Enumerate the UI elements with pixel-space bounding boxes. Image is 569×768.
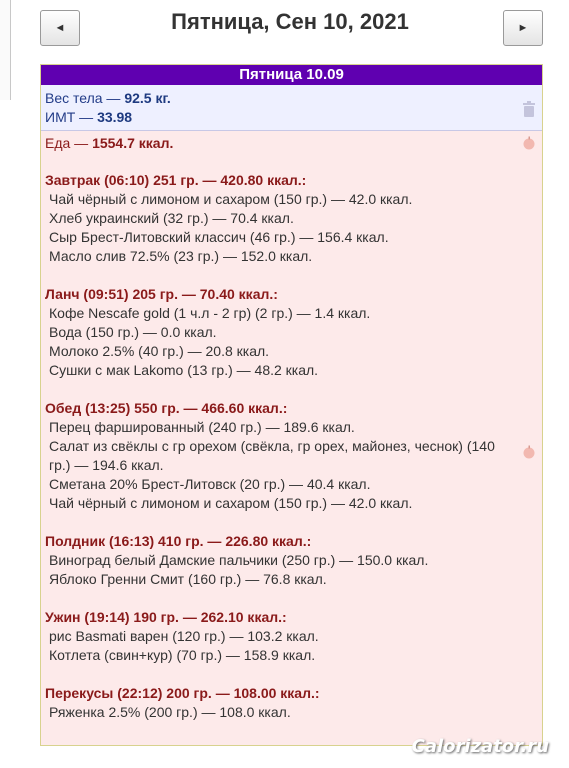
- meal-snacks[interactable]: Перекусы (22:12) 200 гр. — 108.00 ккал.:…: [45, 683, 542, 722]
- meal-breakfast[interactable]: Завтрак (06:10) 251 гр. — 420.80 ккал.: …: [45, 170, 542, 266]
- meal-item[interactable]: Виноград белый Дамские пальчики (250 гр.…: [45, 551, 519, 570]
- meal-item[interactable]: Чай чёрный с лимоном и сахаром (150 гр.)…: [45, 494, 519, 513]
- meal-item[interactable]: Яблоко Гренни Смит (160 гр.) — 76.8 ккал…: [45, 570, 519, 589]
- meal-item[interactable]: Молоко 2.5% (40 гр.) — 20.8 ккал.: [45, 342, 519, 361]
- day-header: Пятница 10.09: [41, 65, 542, 85]
- meal-title[interactable]: Перекусы (22:12) 200 гр. — 108.00 ккал.:: [45, 683, 542, 703]
- weight-line: Вес тела — 92.5 кг.: [45, 89, 542, 108]
- meal-item[interactable]: Хлеб украинский (32 гр.) — 70.4 ккал.: [45, 209, 519, 228]
- food-label: Еда —: [45, 135, 93, 151]
- bmi-label: ИМТ —: [45, 109, 98, 125]
- next-day-button[interactable]: ►: [503, 10, 543, 46]
- meal-title[interactable]: Ужин (19:14) 190 гр. — 262.10 ккал.:: [45, 607, 542, 627]
- weight-value: 92.5 кг.: [124, 90, 171, 106]
- weight-label: Вес тела —: [45, 90, 125, 106]
- meal-title[interactable]: Полдник (16:13) 410 гр. — 226.80 ккал.:: [45, 531, 542, 551]
- meal-lunch[interactable]: Ланч (09:51) 205 гр. — 70.40 ккал.: Кофе…: [45, 284, 542, 380]
- meal-item[interactable]: Сыр Брест-Литовский классич (46 гр.) — 1…: [45, 228, 519, 247]
- food-total: Еда — 1554.7 ккал.: [45, 134, 542, 152]
- meal-item[interactable]: Масло слив 72.5% (23 гр.) — 152.0 ккал.: [45, 247, 519, 266]
- meal-item[interactable]: Чай чёрный с лимоном и сахаром (150 гр.)…: [45, 190, 519, 209]
- bmi-value: 33.98: [97, 109, 133, 125]
- meal-item[interactable]: Ряженка 2.5% (200 гр.) — 108.0 ккал.: [45, 703, 519, 722]
- prev-day-button[interactable]: ◄: [40, 10, 80, 46]
- meal-dinner[interactable]: Обед (13:25) 550 гр. — 466.60 ккал.: Пер…: [45, 398, 542, 513]
- food-value: 1554.7 ккал.: [92, 135, 174, 151]
- meal-item[interactable]: Котлета (свин+кур) (70 гр.) — 158.9 ккал…: [45, 646, 519, 665]
- meal-title[interactable]: Ланч (09:51) 205 гр. — 70.40 ккал.:: [45, 284, 542, 304]
- meal-item[interactable]: Перец фаршированный (240 гр.) — 189.6 кк…: [45, 418, 519, 437]
- meal-supper[interactable]: Ужин (19:14) 190 гр. — 262.10 ккал.: рис…: [45, 607, 542, 665]
- meal-afternoon-snack[interactable]: Полдник (16:13) 410 гр. — 226.80 ккал.: …: [45, 531, 542, 589]
- watermark-logo: Calorizator.ru: [411, 736, 549, 757]
- meal-item[interactable]: рис Basmati варен (120 гр.) — 103.2 ккал…: [45, 627, 519, 646]
- meal-item[interactable]: Кофе Nescafe gold (1 ч.л - 2 гр) (2 гр.)…: [45, 304, 519, 323]
- side-panel-edge: [0, 0, 11, 100]
- meal-item[interactable]: Вода (150 гр.) — 0.0 ккал.: [45, 323, 519, 342]
- meal-item[interactable]: Сметана 20% Брест-Литовск (20 гр.) — 40.…: [45, 475, 519, 494]
- meal-title[interactable]: Завтрак (06:10) 251 гр. — 420.80 ккал.:: [45, 170, 542, 190]
- day-card: Пятница 10.09 Вес тела — 92.5 кг. ИМТ — …: [40, 64, 543, 746]
- page-title: Пятница, Сен 10, 2021: [171, 9, 409, 34]
- meal-item[interactable]: Салат из свёклы с гр орехом (свёкла, гр …: [45, 437, 519, 475]
- meal-item[interactable]: Сушки с мак Lakomo (13 гр.) — 48.2 ккал.: [45, 361, 519, 380]
- food-section: Еда — 1554.7 ккал. Завтрак (06:10) 251 г…: [41, 131, 542, 722]
- trash-icon[interactable]: [522, 101, 536, 117]
- bmi-line: ИМТ — 33.98: [45, 108, 542, 127]
- apple-icon[interactable]: [522, 445, 536, 459]
- apple-icon[interactable]: [522, 136, 536, 150]
- body-stats: Вес тела — 92.5 кг. ИМТ — 33.98: [41, 85, 542, 131]
- meal-title[interactable]: Обед (13:25) 550 гр. — 466.60 ккал.:: [45, 398, 542, 418]
